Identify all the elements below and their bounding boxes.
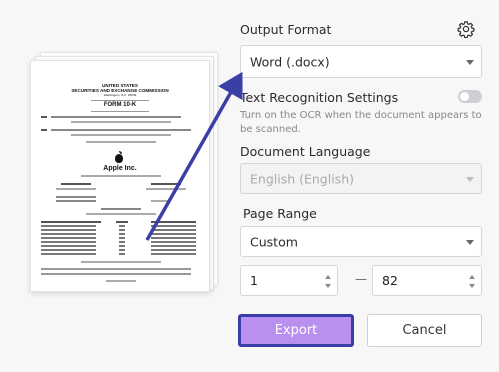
output-format-select[interactable]: Word (.docx)	[240, 45, 482, 78]
chevron-down-icon	[466, 176, 474, 182]
chevron-down-icon	[466, 239, 474, 245]
page-to-stepper[interactable]: 82	[372, 265, 482, 296]
preview-form-title: FORM 10-K	[103, 102, 137, 108]
document-preview-page: UNITED STATES SECURITIES AND EXCHANGE CO…	[30, 60, 210, 292]
page-range-select[interactable]: Custom	[240, 226, 482, 257]
divider	[91, 111, 149, 112]
export-button[interactable]: Export	[238, 314, 354, 347]
range-separator: —	[355, 272, 367, 286]
stepper-up-icon[interactable]	[325, 275, 331, 279]
document-language-value: English (English)	[250, 171, 354, 186]
document-language-label: Document Language	[240, 144, 371, 159]
toggle-knob	[460, 92, 469, 101]
cancel-button[interactable]: Cancel	[367, 314, 482, 347]
preview-org-line3: Washington, D.C. 20549	[103, 93, 137, 97]
page-range-mode: Custom	[250, 234, 298, 249]
output-format-value: Word (.docx)	[250, 54, 330, 69]
page-from-value: 1	[250, 273, 258, 288]
stepper-up-icon[interactable]	[469, 275, 475, 279]
page-from-stepper[interactable]: 1	[240, 265, 338, 296]
stepper-down-icon[interactable]	[469, 284, 475, 288]
page-range-label: Page Range	[243, 206, 317, 221]
conversion-settings-panel: Output Format Word (.docx) Text Recognit…	[232, 0, 499, 372]
preview-company-name: Apple Inc.	[103, 165, 137, 172]
divider	[91, 100, 149, 101]
text-recognition-label: Text Recognition Settings	[240, 90, 399, 105]
document-preview-area: UNITED STATES SECURITIES AND EXCHANGE CO…	[0, 0, 232, 372]
output-format-label: Output Format	[240, 22, 332, 37]
stepper-down-icon[interactable]	[325, 284, 331, 288]
chevron-down-icon	[466, 59, 474, 65]
page-to-value: 82	[382, 273, 398, 288]
ocr-hint-text: Turn on the OCR when the document appear…	[240, 110, 482, 135]
document-language-select: English (English)	[240, 163, 482, 194]
ocr-toggle[interactable]	[458, 90, 482, 103]
apple-logo-icon	[115, 151, 123, 163]
gear-icon[interactable]	[457, 20, 475, 38]
